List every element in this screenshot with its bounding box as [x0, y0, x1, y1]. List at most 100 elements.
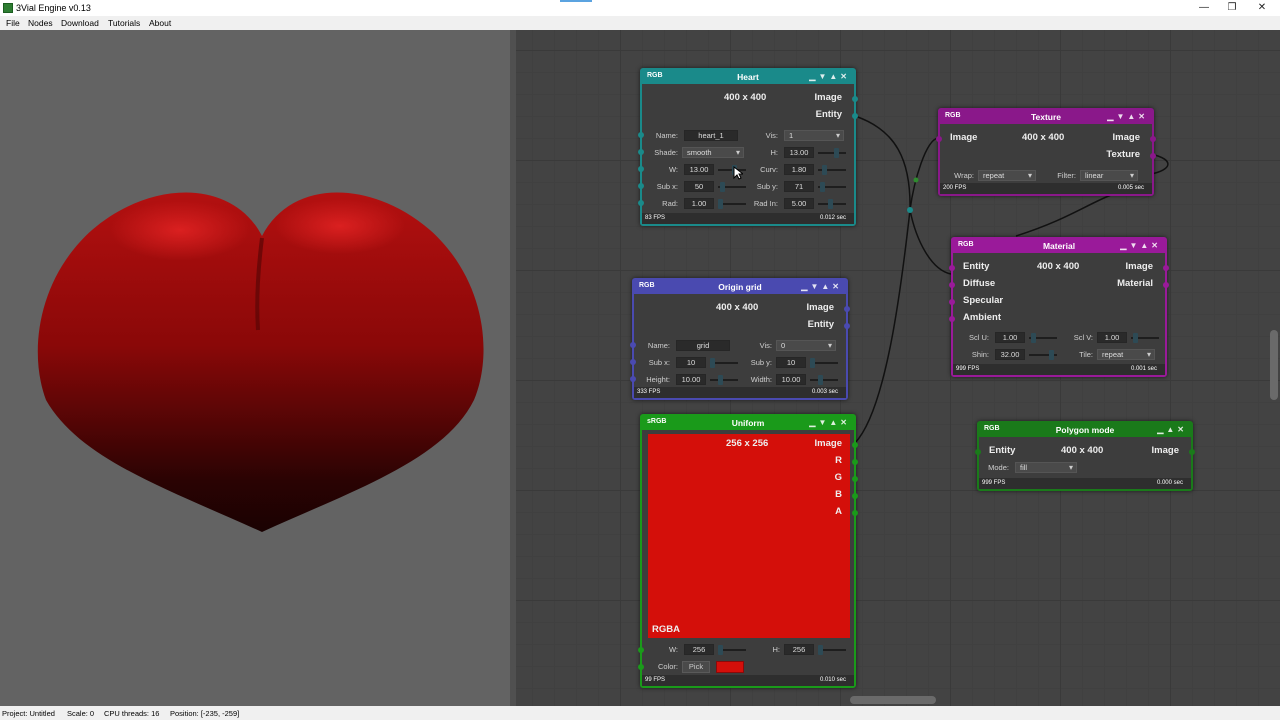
- vis-select[interactable]: 0: [776, 340, 836, 351]
- menu-file[interactable]: File: [6, 18, 20, 28]
- pick-button[interactable]: Pick: [682, 661, 710, 673]
- param-port[interactable]: [630, 359, 636, 365]
- texture-out-port[interactable]: [1150, 153, 1156, 159]
- radin-slider[interactable]: [818, 199, 846, 209]
- param-port[interactable]: [638, 647, 644, 653]
- node-window-buttons[interactable]: ▁▼▲✕: [1107, 112, 1148, 121]
- specular-in-port[interactable]: [949, 299, 955, 305]
- h-slider[interactable]: [818, 148, 846, 158]
- h-input[interactable]: 256: [784, 644, 814, 655]
- entity-in-port[interactable]: [949, 265, 955, 271]
- name-label: Name:: [655, 131, 678, 140]
- wrap-select[interactable]: repeat: [978, 170, 1036, 181]
- param-port[interactable]: [638, 664, 644, 670]
- h-input[interactable]: 13.00: [784, 147, 814, 158]
- image-out-port[interactable]: [1189, 449, 1195, 455]
- menu-about[interactable]: About: [149, 18, 171, 28]
- material-node[interactable]: RGB Material ▁▼▲✕ Entity 400 x 400 Image…: [949, 237, 1169, 377]
- close-icon[interactable]: ✕: [1252, 1, 1272, 15]
- image-out-port[interactable]: [1163, 265, 1169, 271]
- status-project: Project: Untitled: [2, 709, 55, 718]
- sclv-slider[interactable]: [1131, 333, 1159, 343]
- h-slider[interactable]: [818, 645, 846, 655]
- radin-input[interactable]: 5.00: [784, 198, 814, 209]
- rad-input[interactable]: 1.00: [684, 198, 714, 209]
- a-out-port[interactable]: [852, 510, 858, 516]
- window-title: 3Vial Engine v0.13: [16, 3, 91, 13]
- subx-input[interactable]: 10: [676, 357, 706, 368]
- image-in-port[interactable]: [936, 136, 942, 142]
- menu-download[interactable]: Download: [61, 18, 99, 28]
- image-out-port[interactable]: [844, 306, 850, 312]
- width-input[interactable]: 10.00: [776, 374, 806, 385]
- node-window-buttons[interactable]: ▁▼▲✕: [801, 282, 842, 291]
- name-input[interactable]: grid: [676, 340, 730, 351]
- node-window-buttons[interactable]: ▁▼▲✕: [809, 72, 850, 81]
- polygon-mode-node-header[interactable]: RGB Polygon mode ▁▲✕: [979, 423, 1191, 437]
- origin-grid-node-header[interactable]: RGB Origin grid ▁▼▲✕: [634, 280, 846, 294]
- w-input[interactable]: 256: [684, 644, 714, 655]
- node-window-buttons[interactable]: ▁▲✕: [1157, 425, 1187, 434]
- curv-input[interactable]: 1.80: [784, 164, 814, 175]
- curv-slider[interactable]: [818, 165, 846, 175]
- tile-select[interactable]: repeat: [1097, 349, 1155, 360]
- sclv-input[interactable]: 1.00: [1097, 332, 1127, 343]
- heart-node-header[interactable]: RGB Heart ▁▼▲✕: [642, 70, 854, 84]
- param-port[interactable]: [638, 183, 644, 189]
- r-out-port[interactable]: [852, 459, 858, 465]
- texture-node-header[interactable]: RGB Texture ▁▼▲✕: [940, 110, 1152, 124]
- suby-input[interactable]: 71: [784, 181, 814, 192]
- menu-tutorials[interactable]: Tutorials: [108, 18, 140, 28]
- width-slider[interactable]: [810, 375, 838, 385]
- image-out-port[interactable]: [852, 442, 858, 448]
- entity-in-port[interactable]: [975, 449, 981, 455]
- node-window-buttons[interactable]: ▁▼▲✕: [809, 418, 850, 427]
- polygon-mode-node[interactable]: RGB Polygon mode ▁▲✕ Entity 400 x 400 Im…: [975, 421, 1195, 491]
- horizontal-scrollbar[interactable]: [850, 696, 936, 704]
- vis-select[interactable]: 1: [784, 130, 844, 141]
- h-label: H:: [770, 148, 779, 157]
- node-graph[interactable]: RGB Heart ▁▼▲✕ 400 x 400 Image Entity Na…: [516, 30, 1280, 706]
- suby-slider[interactable]: [810, 358, 838, 368]
- shin-input[interactable]: 32.00: [995, 349, 1025, 360]
- image-out-port[interactable]: [852, 96, 858, 102]
- texture-node[interactable]: RGB Texture ▁▼▲✕ Image 400 x 400 Image T…: [936, 108, 1156, 196]
- shade-select[interactable]: smooth: [682, 147, 744, 158]
- param-port[interactable]: [630, 376, 636, 382]
- vertical-scrollbar[interactable]: [1270, 330, 1278, 400]
- g-out-port[interactable]: [852, 476, 858, 482]
- name-input[interactable]: heart_1: [684, 130, 738, 141]
- entity-out-port[interactable]: [844, 323, 850, 329]
- origin-grid-node[interactable]: RGB Origin grid ▁▼▲✕ 400 x 400 Image Ent…: [630, 278, 850, 400]
- heart-node[interactable]: RGB Heart ▁▼▲✕ 400 x 400 Image Entity Na…: [638, 68, 858, 226]
- uniform-node[interactable]: sRGB Uniform ▁▼▲✕ 256 x 256 Image R G B …: [638, 414, 858, 688]
- sclu-input[interactable]: 1.00: [995, 332, 1025, 343]
- suby-slider[interactable]: [818, 182, 846, 192]
- subx-label: Sub x:: [656, 182, 678, 191]
- filter-select[interactable]: linear: [1080, 170, 1138, 181]
- suby-input[interactable]: 10: [776, 357, 806, 368]
- material-node-header[interactable]: RGB Material ▁▼▲✕: [953, 239, 1165, 253]
- menu-nodes[interactable]: Nodes: [28, 18, 53, 28]
- uniform-node-header[interactable]: sRGB Uniform ▁▼▲✕: [642, 416, 854, 430]
- param-port[interactable]: [638, 166, 644, 172]
- param-port[interactable]: [630, 342, 636, 348]
- entity-out-port[interactable]: [852, 113, 858, 119]
- param-port[interactable]: [638, 149, 644, 155]
- ambient-in-port[interactable]: [949, 316, 955, 322]
- param-port[interactable]: [638, 132, 644, 138]
- minimize-icon[interactable]: —: [1194, 1, 1214, 15]
- b-out-port[interactable]: [852, 493, 858, 499]
- param-port[interactable]: [638, 200, 644, 206]
- image-out-port[interactable]: [1150, 136, 1156, 142]
- subx-input[interactable]: 50: [684, 181, 714, 192]
- diffuse-in-port[interactable]: [949, 282, 955, 288]
- color-swatch[interactable]: [716, 661, 744, 673]
- node-window-buttons[interactable]: ▁▼▲✕: [1120, 241, 1161, 250]
- w-input[interactable]: 13.00: [684, 164, 714, 175]
- 3d-viewport[interactable]: [0, 30, 510, 706]
- material-out-port[interactable]: [1163, 282, 1169, 288]
- height-input[interactable]: 10.00: [676, 374, 706, 385]
- mode-select[interactable]: fill: [1015, 462, 1077, 473]
- maximize-icon[interactable]: ❐: [1222, 1, 1242, 15]
